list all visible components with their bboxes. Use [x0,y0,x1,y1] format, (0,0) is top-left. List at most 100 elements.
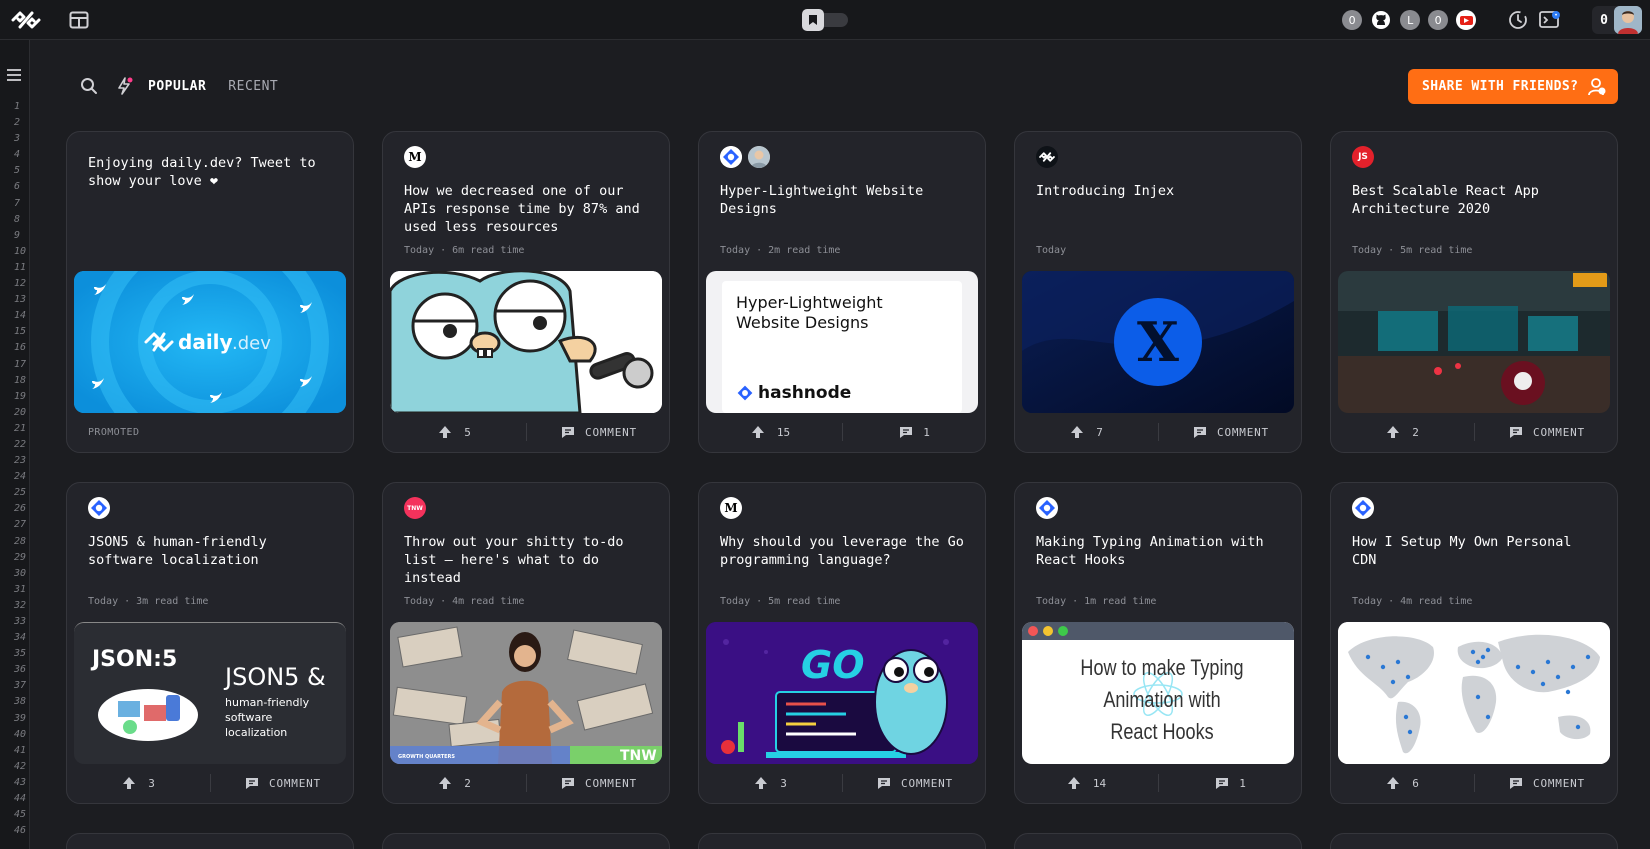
card-title[interactable]: Best Scalable React App Architecture 202… [1352,182,1598,218]
upvote-button[interactable]: 7 [1015,423,1159,441]
author-avatar[interactable] [748,146,770,168]
badge-letter[interactable]: L [1400,10,1421,30]
post-card[interactable]: How I Setup My Own Personal CDN Today · … [1330,482,1618,804]
card-image[interactable]: Hyper-Lightweight Website Designs hashno… [706,271,978,413]
echojs-source-icon[interactable]: JS [1352,146,1374,168]
layout-icon[interactable] [68,10,90,30]
promo-card[interactable]: Enjoying daily.dev? Tweet to show your l… [66,131,354,453]
hashnode-source-icon[interactable] [720,146,742,168]
bookmarks-toggle[interactable] [802,9,849,31]
card-title[interactable]: How I Setup My Own Personal CDN [1352,533,1598,569]
hashnode-source-icon[interactable] [1036,497,1058,519]
medium-source-icon[interactable]: M [404,146,426,168]
upvote-count: 3 [780,776,787,790]
upvote-button[interactable]: 2 [383,774,527,792]
upvote-button[interactable]: 3 [699,774,843,792]
line-number: 44 [14,793,27,805]
card-image[interactable]: GO [706,622,978,764]
upvote-button[interactable]: 6 [1331,774,1475,792]
upvote-icon [123,777,136,789]
card-image[interactable]: JSON:5 JSON5 & human-friendly software l… [74,622,346,764]
comment-button[interactable]: COMMENT [1475,425,1617,439]
card-meta: Today · 1m read time [1036,596,1157,607]
card-title[interactable]: Why should you leverage the Go programmi… [720,533,966,569]
reputation-count: 0 [1600,12,1608,28]
youtube-icon[interactable] [1456,10,1477,30]
comment-label: COMMENT [585,425,637,439]
post-card[interactable]: JS Best Scalable React App Architecture … [1330,131,1618,453]
post-card-partial[interactable] [66,833,354,849]
comment-button[interactable]: COMMENT [843,777,985,790]
card-title[interactable]: Hyper-Lightweight Website Designs [720,182,966,218]
post-card[interactable]: Making Typing Animation with React Hooks… [1014,482,1302,804]
hashnode-source-icon[interactable] [1352,497,1374,519]
comment-button[interactable]: COMMENT [527,777,669,790]
comment-icon [1216,777,1229,789]
medium-source-icon[interactable]: M [720,497,742,519]
terminal-icon[interactable]: • [1538,8,1562,32]
search-icon[interactable] [78,75,100,97]
card-image[interactable]: daily .dev [74,271,346,413]
upvote-button[interactable]: 5 [383,423,527,441]
comment-button[interactable]: 1 [1159,777,1301,790]
comment-button[interactable]: COMMENT [527,425,669,439]
hashnode-logo-icon [737,385,753,401]
comment-icon [562,426,575,438]
card-image[interactable] [1338,622,1610,764]
share-with-friends-button[interactable]: SHARE WITH FRIENDS? [1408,69,1618,104]
comment-label: COMMENT [1533,425,1585,439]
card-image[interactable]: X [1022,271,1294,413]
post-card[interactable]: Introducing Injex Today X 7 COMMENT [1014,131,1302,453]
tab-popular[interactable]: POPULAR [148,79,206,94]
upvote-button[interactable]: 2 [1331,423,1475,441]
menu-icon[interactable] [6,68,24,82]
upvote-icon [755,777,768,789]
reputation-profile[interactable]: 0 [1592,6,1642,34]
world-map-icon [1338,622,1610,764]
upvote-icon [439,426,452,438]
post-card[interactable]: TNW Throw out your shitty to-do list — h… [382,482,670,804]
card-title[interactable]: Enjoying daily.dev? Tweet to show your l… [88,154,334,190]
post-card[interactable]: M Why should you leverage the Go program… [698,482,986,804]
card-image[interactable]: GROWTH QUARTERS TNW [390,622,662,764]
card-title[interactable]: How we decreased one of our APIs respons… [404,182,650,236]
comment-button[interactable]: COMMENT [1475,777,1617,790]
line-number: 22 [14,438,27,450]
card-image[interactable]: How to make Typing Animation with React … [1022,622,1294,764]
upvote-button[interactable]: 15 [699,423,843,441]
post-card[interactable]: M How we decreased one of our APIs respo… [382,131,670,453]
card-title[interactable]: Making Typing Animation with React Hooks [1036,533,1282,569]
daily-dev-source-icon[interactable] [1036,146,1058,168]
upvote-count: 6 [1412,776,1419,790]
bolt-icon[interactable] [114,75,136,97]
post-card-partial[interactable] [1014,833,1302,849]
upvote-button[interactable]: 3 [67,774,211,792]
line-number: 4 [14,149,21,161]
badge-zero[interactable]: 0 [1342,10,1363,30]
line-number: 46 [14,825,27,837]
card-title[interactable]: JSON5 & human-friendly software localiza… [88,533,334,569]
post-card[interactable]: JSON5 & human-friendly software localiza… [66,482,354,804]
card-title[interactable]: Introducing Injex [1036,182,1282,200]
card-image[interactable] [1338,271,1610,413]
daily-dev-logo-icon[interactable] [10,8,42,32]
github-icon[interactable] [1370,9,1392,31]
comment-button[interactable]: COMMENT [1159,426,1301,439]
upvote-count: 5 [464,425,471,439]
clock-icon[interactable] [1506,8,1530,32]
upvote-button[interactable]: 14 [1015,774,1159,792]
post-card-partial[interactable] [698,833,986,849]
post-card[interactable]: Hyper-Lightweight Website Designs Today … [698,131,986,453]
badge-zero-2[interactable]: 0 [1428,10,1449,30]
comment-button[interactable]: 1 [843,426,985,439]
tnw-source-icon[interactable]: TNW [404,497,426,519]
card-meta: Today · 6m read time [404,245,525,256]
comment-button[interactable]: COMMENT [211,777,353,790]
card-title[interactable]: Throw out your shitty to-do list — here'… [404,533,650,587]
post-card-partial[interactable] [382,833,670,849]
post-card-partial[interactable] [1330,833,1618,849]
line-number: 19 [14,390,27,402]
card-image[interactable] [390,271,662,413]
hashnode-source-icon[interactable] [88,497,110,519]
tab-recent[interactable]: RECENT [228,79,278,94]
